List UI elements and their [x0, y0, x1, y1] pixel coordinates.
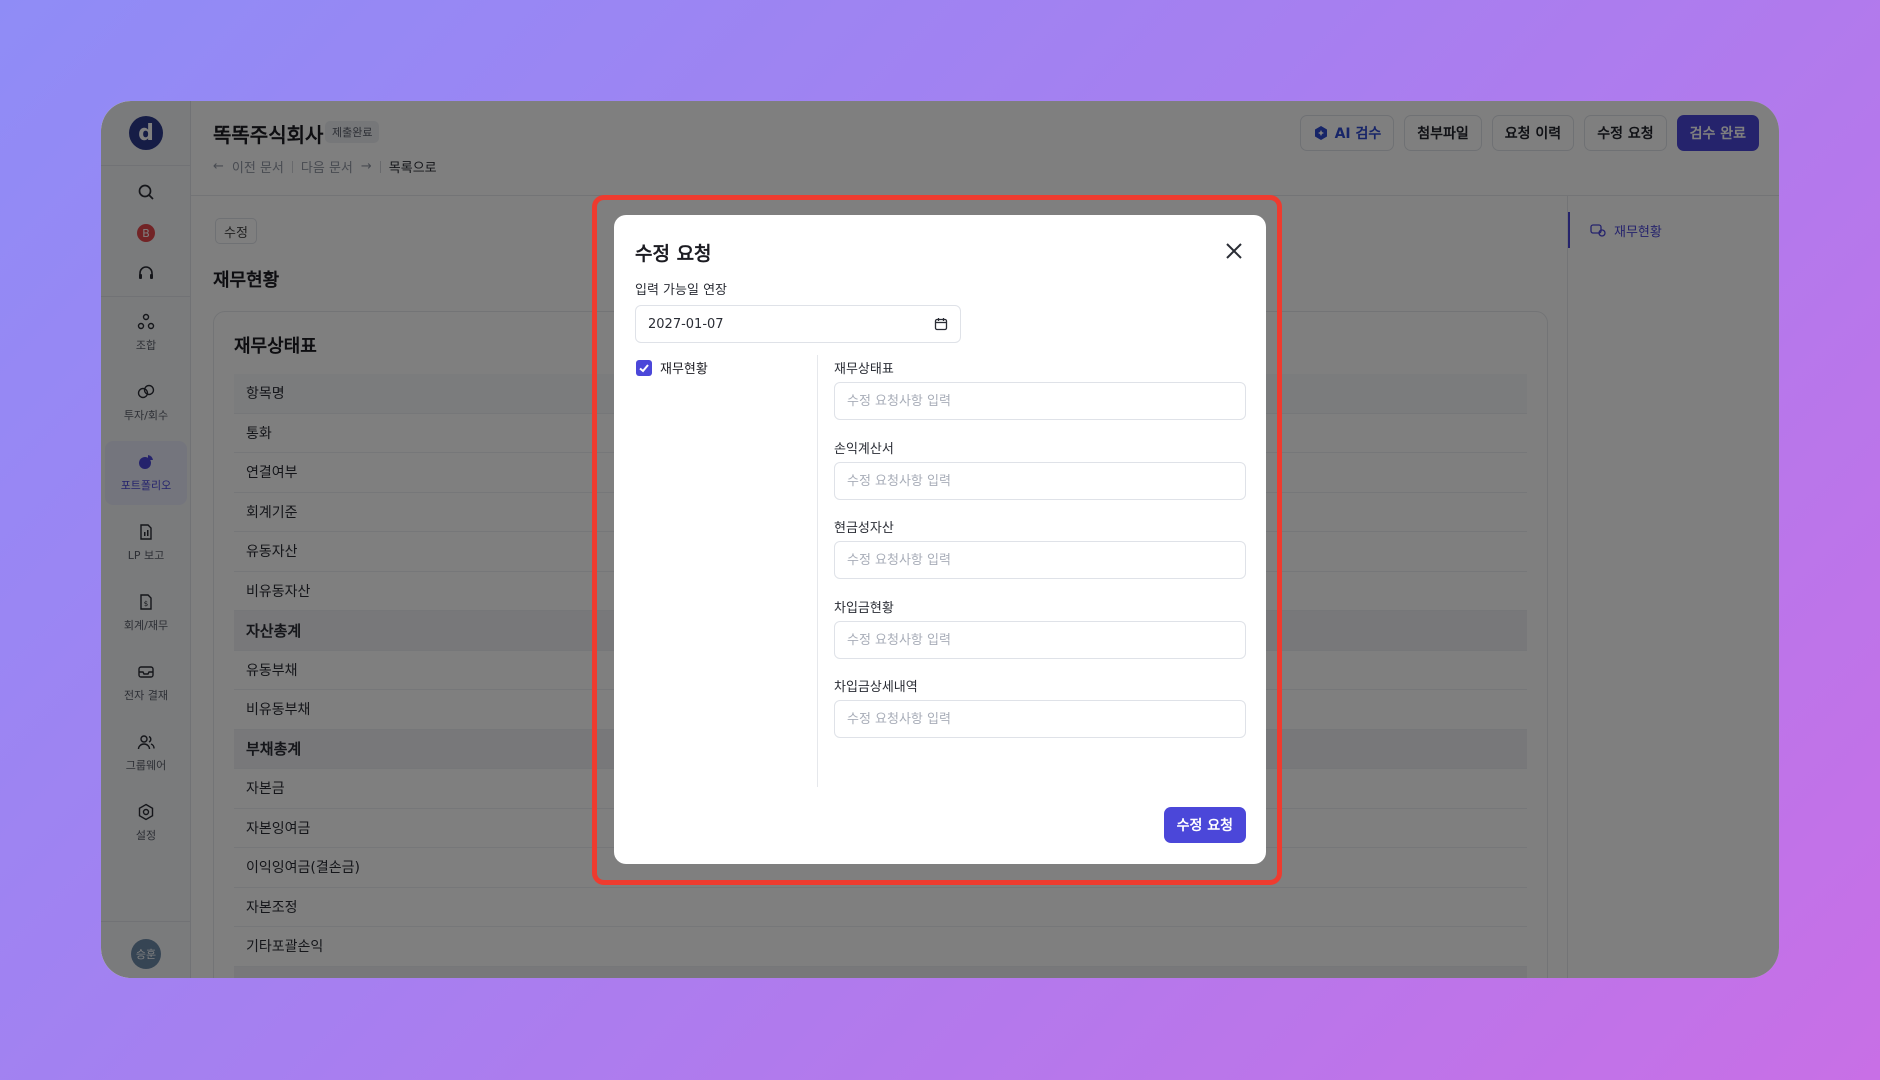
field-label-balance-sheet: 재무상태표: [834, 362, 894, 377]
financials-checkbox-row[interactable]: 재무현황: [636, 358, 708, 377]
balance-sheet-input[interactable]: [834, 382, 1246, 420]
cash-equivalents-input[interactable]: [834, 541, 1246, 579]
borrowing-details-input[interactable]: [834, 700, 1246, 738]
date-extension-label: 입력 가능일 연장: [635, 283, 727, 298]
close-icon[interactable]: [1220, 237, 1248, 265]
date-picker[interactable]: 2027-01-07: [635, 305, 961, 343]
field-label-income-statement: 손익계산서: [834, 442, 894, 457]
modify-request-modal: 수정 요청 입력 가능일 연장 2027-01-07 재무현황 재무상태표 손익…: [614, 215, 1266, 864]
date-value: 2027-01-07: [648, 316, 724, 332]
financials-checkbox[interactable]: [636, 359, 652, 376]
field-label-borrowing-details: 차입금상세내역: [834, 680, 918, 695]
financials-checkbox-label: 재무현황: [660, 362, 708, 377]
field-label-borrowings: 차입금현황: [834, 601, 894, 616]
modal-title: 수정 요청: [635, 243, 712, 265]
check-icon: [639, 363, 649, 372]
borrowings-input[interactable]: [834, 621, 1246, 659]
calendar-icon: [934, 318, 948, 331]
field-label-cash-equivalents: 현금성자산: [834, 521, 894, 536]
income-statement-input[interactable]: [834, 462, 1246, 500]
submit-modify-request-button[interactable]: 수정 요청: [1163, 807, 1246, 843]
